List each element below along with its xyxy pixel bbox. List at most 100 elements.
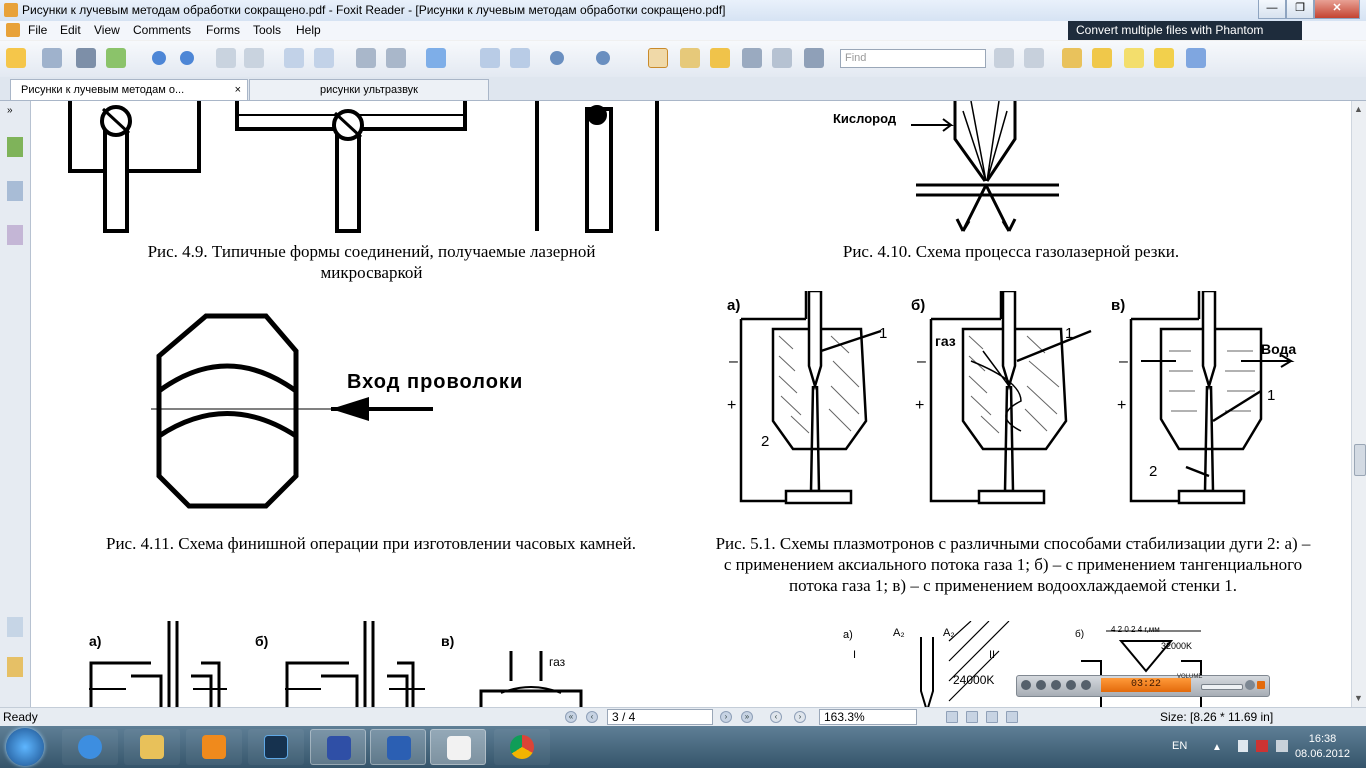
snapshot-camera-icon[interactable]: [804, 48, 824, 68]
tab-document-1[interactable]: Рисунки к лучевым методам о... ×: [10, 79, 248, 100]
media-player-overlay[interactable]: 03:22 VOLUME: [1016, 674, 1270, 697]
redo-icon[interactable]: [386, 48, 406, 68]
close-button[interactable]: ✕: [1314, 0, 1360, 19]
player-prev-icon[interactable]: [1066, 680, 1076, 690]
volume-icon[interactable]: [1238, 740, 1248, 752]
arrow-annotation-icon[interactable]: [1186, 48, 1206, 68]
taskbar-explorer[interactable]: [124, 729, 180, 765]
last-page-icon[interactable]: »: [741, 711, 753, 723]
restore-button[interactable]: ❐: [1286, 0, 1314, 19]
page-up-icon[interactable]: [152, 51, 166, 65]
go-back-icon[interactable]: ‹: [770, 711, 782, 723]
bookmarks-icon[interactable]: [7, 137, 23, 157]
start-button-windows-icon[interactable]: [6, 728, 44, 766]
print-icon[interactable]: [76, 48, 96, 68]
select-text-icon[interactable]: [680, 48, 700, 68]
player-play-icon[interactable]: [1021, 680, 1031, 690]
player-close-icon[interactable]: [1257, 681, 1265, 689]
note-icon[interactable]: [1154, 48, 1174, 68]
continuous-view-icon[interactable]: [966, 711, 978, 723]
facing-view-icon[interactable]: [986, 711, 998, 723]
language-indicator[interactable]: EN: [1172, 740, 1187, 752]
label-plus-a: +: [727, 397, 737, 414]
hand-tool-icon[interactable]: [648, 48, 668, 68]
network-error-icon[interactable]: [1256, 740, 1268, 752]
caption-fig-4-10: Рис. 4.10. Схема процесса газолазерной р…: [842, 242, 1180, 261]
zoom-level-field[interactable]: 163.3%: [819, 709, 917, 725]
menu-edit[interactable]: Edit: [60, 23, 81, 37]
find-previous-icon[interactable]: [994, 48, 1014, 68]
page-number-field[interactable]: 3 / 4: [607, 709, 713, 725]
foxit-app-icon: [4, 3, 18, 17]
find-input[interactable]: Find: [840, 49, 986, 68]
toolbar: [0, 41, 1366, 78]
single-page-view-icon[interactable]: [946, 711, 958, 723]
forward-arrow-icon[interactable]: [244, 48, 264, 68]
find-binoculars-icon[interactable]: [742, 48, 762, 68]
find-next-icon[interactable]: [1024, 48, 1044, 68]
phantom-ad-banner[interactable]: Convert multiple files with Phantom: [1068, 21, 1302, 40]
attachments-icon[interactable]: [7, 657, 23, 677]
continuous-facing-view-icon[interactable]: [1006, 711, 1018, 723]
player-menu-icon[interactable]: [1245, 680, 1255, 690]
menu-file[interactable]: File: [28, 23, 47, 37]
menu-tools[interactable]: Tools: [253, 23, 281, 37]
text-box-icon[interactable]: [1124, 48, 1144, 68]
zoom-in-plus-icon[interactable]: [596, 51, 610, 65]
player-pause-icon[interactable]: [1036, 680, 1046, 690]
comments-panel-icon[interactable]: [7, 617, 23, 637]
taskbar-internet-explorer[interactable]: [62, 729, 118, 765]
open-folder-icon[interactable]: [6, 48, 26, 68]
back-arrow-icon[interactable]: [216, 48, 236, 68]
taskbar-save-app[interactable]: [310, 729, 366, 765]
player-volume-slider[interactable]: [1201, 684, 1243, 690]
floppy-disk-icon: [327, 736, 351, 760]
action-center-icon[interactable]: [1276, 740, 1288, 752]
player-next-icon[interactable]: [1081, 680, 1091, 690]
taskbar-word[interactable]: [370, 729, 426, 765]
fit-page-icon[interactable]: [480, 48, 500, 68]
system-clock[interactable]: 16:38 08.06.2012: [1295, 732, 1350, 762]
menu-forms[interactable]: Forms: [206, 23, 240, 37]
fit-width-icon[interactable]: [510, 48, 530, 68]
menu-view[interactable]: View: [94, 23, 120, 37]
tab-document-2[interactable]: рисунки ультразвук: [249, 79, 489, 100]
tray-expand-icon[interactable]: ▲: [1212, 742, 1222, 753]
label-roman-one: I: [853, 649, 857, 661]
player-stop-icon[interactable]: [1051, 680, 1061, 690]
menu-help[interactable]: Help: [296, 23, 321, 37]
taskbar-photoshop[interactable]: [248, 729, 304, 765]
extract-pages-icon[interactable]: [284, 48, 304, 68]
email-icon[interactable]: [106, 48, 126, 68]
highlight-icon[interactable]: [1062, 48, 1082, 68]
undo-icon[interactable]: [356, 48, 376, 68]
next-page-icon[interactable]: ›: [720, 711, 732, 723]
tab-close-icon[interactable]: ×: [235, 80, 241, 100]
taskbar-foxit-reader[interactable]: [430, 729, 486, 765]
zoom-out-minus-icon[interactable]: [550, 51, 564, 65]
page-down-icon[interactable]: [180, 51, 194, 65]
scroll-down-icon[interactable]: ▼: [1354, 693, 1363, 703]
typewriter-icon[interactable]: [772, 48, 792, 68]
previous-page-icon[interactable]: ‹: [586, 711, 598, 723]
layers-icon[interactable]: [7, 225, 23, 245]
zoom-in-icon[interactable]: [426, 48, 446, 68]
taskbar-chrome[interactable]: [494, 729, 550, 765]
pencil-icon[interactable]: [1092, 48, 1112, 68]
app-menu-icon[interactable]: [6, 23, 20, 37]
vertical-scrollbar[interactable]: ▲ ▼: [1351, 101, 1366, 707]
minimize-button[interactable]: —: [1258, 0, 1286, 19]
pointer-icon[interactable]: [710, 48, 730, 68]
save-icon[interactable]: [42, 48, 62, 68]
pages-icon[interactable]: [7, 181, 23, 201]
label-minus-v: –: [1119, 353, 1128, 370]
expand-panel-icon[interactable]: »: [7, 105, 23, 116]
first-page-icon[interactable]: «: [565, 711, 577, 723]
scroll-thumb[interactable]: [1354, 444, 1366, 476]
insert-pages-icon[interactable]: [314, 48, 334, 68]
menu-comments[interactable]: Comments: [133, 23, 191, 37]
scroll-up-icon[interactable]: ▲: [1354, 104, 1363, 114]
taskbar-media-player[interactable]: [186, 729, 242, 765]
document-page[interactable]: Рис. 4.9. Типичные формы соединений, пол…: [31, 101, 1351, 707]
go-forward-icon[interactable]: ›: [794, 711, 806, 723]
